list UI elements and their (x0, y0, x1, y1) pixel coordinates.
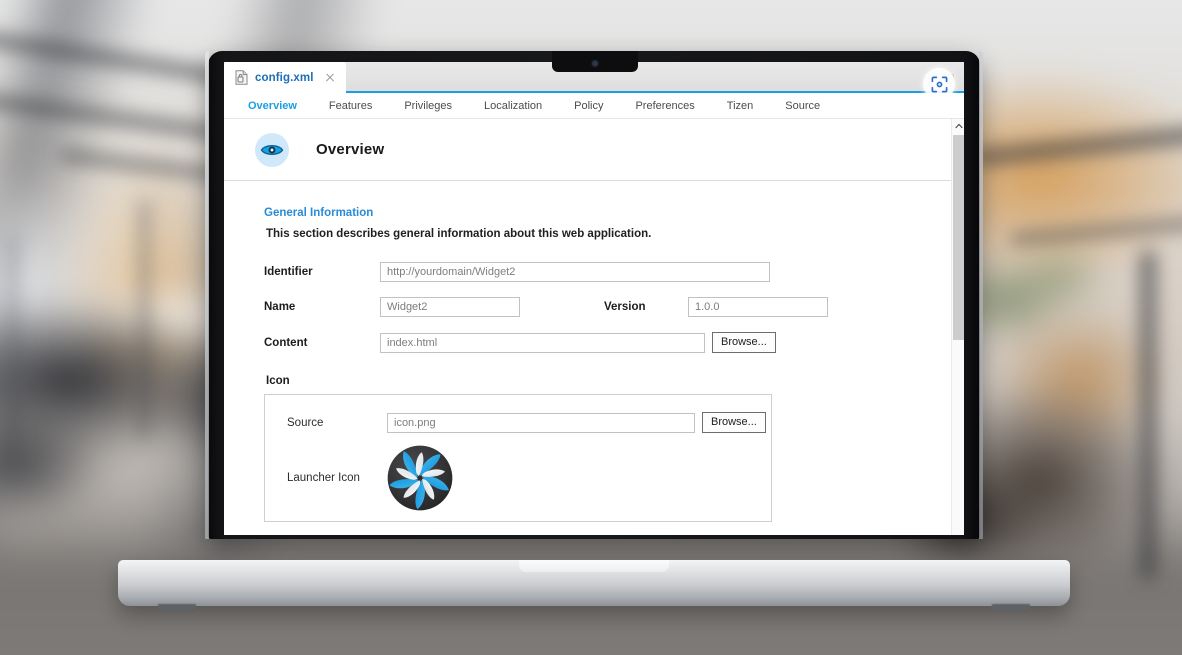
laptop-base (118, 560, 1070, 611)
version-label: Version (604, 301, 646, 313)
version-input[interactable]: 1.0.0 (688, 297, 828, 317)
icon-source-input[interactable]: icon.png (387, 412, 695, 433)
laptop-screen: config.xml Overview Features Privileges … (224, 62, 964, 535)
name-label: Name (264, 301, 296, 313)
tab-localization[interactable]: Localization (468, 93, 558, 119)
section-description: This section describes general informati… (266, 228, 652, 240)
identifier-label: Identifier (264, 266, 313, 278)
field-row-name-version: Name Widget2 Version 1.0.0 (264, 297, 964, 317)
section-title-general-information: General Information (264, 207, 374, 219)
file-tab-label: config.xml (255, 71, 314, 84)
focus-capture-icon[interactable] (923, 68, 955, 100)
field-row-icon-source: Source icon.png Browse... (287, 412, 771, 433)
laptop-foot-right (992, 604, 1030, 611)
page-body: General Information This section describ… (224, 181, 964, 522)
content-browse-button[interactable]: Browse... (712, 332, 776, 353)
launcher-icon-label: Launcher Icon (287, 472, 360, 484)
chevron-up-icon[interactable] (952, 119, 964, 132)
page-tab-bar[interactable]: Overview Features Privileges Localizatio… (224, 93, 964, 119)
name-input[interactable]: Widget2 (380, 297, 520, 317)
icon-source-browse-button[interactable]: Browse... (702, 412, 766, 433)
tizen-ide-window: config.xml Overview Features Privileges … (224, 62, 964, 535)
file-tab-config-xml[interactable]: config.xml (224, 62, 346, 93)
tab-source[interactable]: Source (769, 93, 836, 119)
webcam-notch (552, 51, 638, 72)
page-header: Overview (224, 119, 964, 181)
tab-features[interactable]: Features (313, 93, 388, 119)
content-input[interactable]: index.html (380, 332, 705, 353)
close-icon[interactable] (324, 72, 336, 84)
tab-privileges[interactable]: Privileges (388, 93, 468, 119)
tizen-pinwheel-icon (387, 445, 453, 511)
field-row-launcher-icon: Launcher Icon (287, 445, 771, 511)
laptop-base-notch (519, 560, 669, 572)
xml-file-icon (235, 70, 248, 85)
webcam-icon (592, 61, 598, 66)
field-row-content: Content index.html Browse... (264, 332, 964, 353)
icon-panel: Source icon.png Browse... Launcher Icon (264, 394, 772, 522)
eye-icon (255, 132, 289, 167)
tab-policy[interactable]: Policy (558, 93, 619, 119)
field-row-identifier: Identifier http://yourdomain/Widget2 (264, 262, 964, 282)
content-label: Content (264, 336, 308, 349)
scene: config.xml Overview Features Privileges … (0, 0, 1182, 655)
tab-tizen[interactable]: Tizen (711, 93, 770, 119)
icon-section-title: Icon (266, 375, 290, 387)
tab-overview[interactable]: Overview (232, 93, 313, 119)
laptop-foot-left (158, 604, 196, 611)
vertical-scrollbar[interactable] (951, 119, 964, 535)
tab-preferences[interactable]: Preferences (619, 93, 710, 119)
identifier-input[interactable]: http://yourdomain/Widget2 (380, 262, 770, 282)
laptop-mockup: config.xml Overview Features Privileges … (0, 0, 1182, 655)
icon-source-label: Source (287, 416, 324, 429)
page-title: Overview (316, 141, 385, 158)
scrollbar-thumb[interactable] (953, 135, 964, 340)
